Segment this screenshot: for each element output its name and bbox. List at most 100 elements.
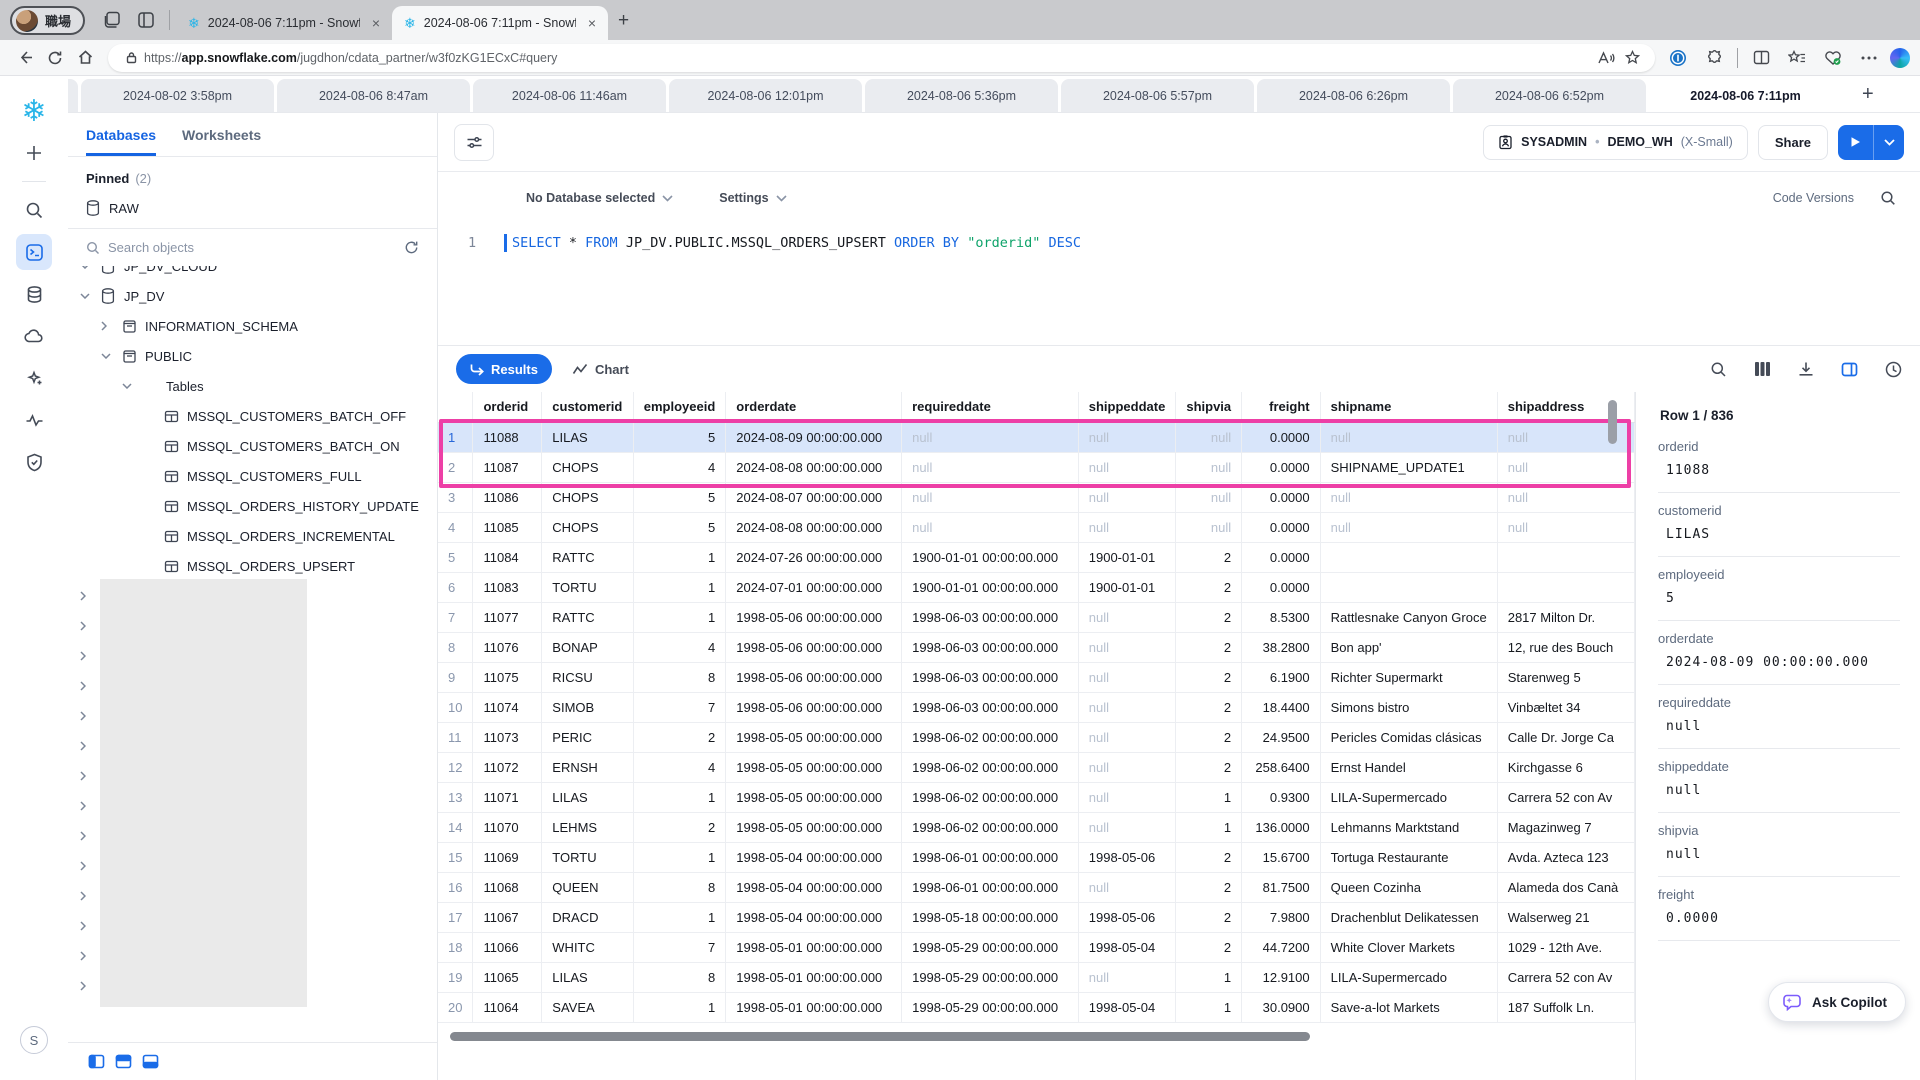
column-header-customerid[interactable]: customerid <box>542 392 633 422</box>
cell-orderid[interactable]: 11073 <box>473 722 542 752</box>
cell-shippeddate[interactable]: null <box>1078 602 1176 632</box>
cell-customerid[interactable]: SAVEA <box>542 992 633 1022</box>
user-avatar[interactable]: S <box>20 1026 48 1054</box>
run-button[interactable] <box>1838 125 1874 160</box>
cell-orderid[interactable]: 11072 <box>473 752 542 782</box>
cell-orderdate[interactable]: 1998-05-01 00:00:00.000 <box>726 962 902 992</box>
new-worksheet-icon[interactable] <box>16 135 52 171</box>
cell-customerid[interactable]: DRACD <box>542 902 633 932</box>
cell-customerid[interactable]: LILAS <box>542 422 633 452</box>
browser-essentials-icon[interactable] <box>1818 44 1848 72</box>
columns-icon[interactable] <box>1754 361 1771 377</box>
browser-profile-button[interactable]: 職場 <box>10 6 85 35</box>
back-icon[interactable] <box>10 44 40 72</box>
cell-shipaddress[interactable]: Kirchgasse 6 <box>1497 752 1634 782</box>
table-row[interactable]: 1911065LILAS81998-05-01 00:00:00.0001998… <box>438 962 1635 992</box>
cell-shipname[interactable]: LILA-Supermercado <box>1320 782 1497 812</box>
cell-orderid[interactable]: 11083 <box>473 572 542 602</box>
cell-requireddate[interactable]: 1998-06-01 00:00:00.000 <box>902 872 1079 902</box>
table-row[interactable]: 1211072ERNSH41998-05-05 00:00:00.0001998… <box>438 752 1635 782</box>
table-row[interactable]: 211087CHOPS42024-08-08 00:00:00.000nulln… <box>438 452 1635 482</box>
worksheet-tab[interactable]: 2024-08-06 8:47am <box>277 79 470 112</box>
cell-shipvia[interactable]: null <box>1176 482 1242 512</box>
worksheet-tab[interactable]: 2024-08-06 5:57pm <box>1061 79 1254 112</box>
cell-shippeddate[interactable]: null <box>1078 692 1176 722</box>
worksheet-tab[interactable]: 2024-08-06 12:01pm <box>669 79 862 112</box>
cell-customerid[interactable]: PERIC <box>542 722 633 752</box>
cell-orderid[interactable]: 11070 <box>473 812 542 842</box>
query-history-icon[interactable] <box>1885 361 1902 378</box>
layout-left-panel-icon[interactable] <box>88 1054 105 1069</box>
cell-customerid[interactable]: QUEEN <box>542 872 633 902</box>
cell-employeeid[interactable]: 1 <box>633 542 726 572</box>
tree-item-information_schema[interactable]: INFORMATION_SCHEMA <box>68 311 437 341</box>
cell-shipvia[interactable]: 2 <box>1176 542 1242 572</box>
cell-orderid[interactable]: 11069 <box>473 842 542 872</box>
close-tab-icon[interactable]: × <box>584 15 600 31</box>
cell-orderdate[interactable]: 2024-07-01 00:00:00.000 <box>726 572 902 602</box>
table-row[interactable]: 411085CHOPS52024-08-08 00:00:00.000nulln… <box>438 512 1635 542</box>
column-header-freight[interactable]: freight <box>1242 392 1320 422</box>
cell-employeeid[interactable]: 1 <box>633 902 726 932</box>
results-table[interactable]: orderidcustomeridemployeeidorderdaterequ… <box>438 392 1635 1030</box>
cell-employeeid[interactable]: 1 <box>633 992 726 1022</box>
cell-shipaddress[interactable]: Calle Dr. Jorge Ca <box>1497 722 1634 752</box>
cell-shipvia[interactable]: 1 <box>1176 782 1242 812</box>
cell-shippeddate[interactable]: 1900-01-01 <box>1078 542 1176 572</box>
cell-customerid[interactable]: WHITC <box>542 932 633 962</box>
more-menu-icon[interactable] <box>1854 44 1884 72</box>
cell-shipaddress[interactable] <box>1497 542 1634 572</box>
favorite-star-icon[interactable] <box>1619 50 1645 65</box>
cell-shipname[interactable]: Tortuga Restaurante <box>1320 842 1497 872</box>
cell-employeeid[interactable]: 1 <box>633 842 726 872</box>
cell-employeeid[interactable]: 1 <box>633 602 726 632</box>
cell-employeeid[interactable]: 5 <box>633 422 726 452</box>
governance-nav-icon[interactable] <box>16 444 52 480</box>
cell-freight[interactable]: 0.0000 <box>1242 422 1320 452</box>
cell-shipaddress[interactable]: 1029 - 12th Ave. <box>1497 932 1634 962</box>
cell-orderid[interactable]: 11088 <box>473 422 542 452</box>
cell-shipname[interactable]: null <box>1320 482 1497 512</box>
worksheet-tab[interactable]: 2024-08-02 3:58pm <box>81 79 274 112</box>
cell-requireddate[interactable]: 1998-06-03 00:00:00.000 <box>902 632 1079 662</box>
cell-employeeid[interactable]: 2 <box>633 812 726 842</box>
cell-orderid[interactable]: 11068 <box>473 872 542 902</box>
cell-shipvia[interactable]: 2 <box>1176 842 1242 872</box>
cell-orderdate[interactable]: 1998-05-06 00:00:00.000 <box>726 602 902 632</box>
cell-orderdate[interactable]: 2024-08-09 00:00:00.000 <box>726 422 902 452</box>
chevron-right-icon[interactable] <box>80 651 98 661</box>
cell-orderid[interactable]: 11077 <box>473 602 542 632</box>
cell-orderdate[interactable]: 2024-07-26 00:00:00.000 <box>726 542 902 572</box>
cell-shipname[interactable]: Drachenblut Delikatessen <box>1320 902 1497 932</box>
tree-item-mssql_orders_upsert[interactable]: MSSQL_ORDERS_UPSERT <box>68 551 437 581</box>
cell-shipname[interactable]: White Clover Markets <box>1320 932 1497 962</box>
worksheet-options-icon[interactable] <box>454 124 494 161</box>
cell-shipaddress[interactable]: Magazinweg 7 <box>1497 812 1634 842</box>
cloud-nav-icon[interactable] <box>16 318 52 354</box>
cell-customerid[interactable]: BONAP <box>542 632 633 662</box>
favorites-bar-icon[interactable] <box>1782 44 1812 72</box>
chevron-right-icon[interactable] <box>80 861 98 871</box>
column-header-shipvia[interactable]: shipvia <box>1176 392 1242 422</box>
chevron-right-icon[interactable] <box>80 951 98 961</box>
tab-databases[interactable]: Databases <box>86 127 156 156</box>
table-row[interactable]: 1611068QUEEN81998-05-04 00:00:00.0001998… <box>438 872 1635 902</box>
tree-item-mssql_orders_history_update[interactable]: MSSQL_ORDERS_HISTORY_UPDATE <box>68 491 437 521</box>
cell-shipvia[interactable]: 2 <box>1176 872 1242 902</box>
cell-shipname[interactable]: Queen Cozinha <box>1320 872 1497 902</box>
editor-search-icon[interactable] <box>1880 190 1896 206</box>
cell-shipname[interactable]: SHIPNAME_UPDATE1 <box>1320 452 1497 482</box>
cell-shipvia[interactable]: 1 <box>1176 962 1242 992</box>
cell-freight[interactable]: 0.0000 <box>1242 482 1320 512</box>
cell-orderdate[interactable]: 1998-05-05 00:00:00.000 <box>726 782 902 812</box>
cell-requireddate[interactable]: 1998-06-01 00:00:00.000 <box>902 842 1079 872</box>
table-row[interactable]: 1411070LEHMS21998-05-05 00:00:00.0001998… <box>438 812 1635 842</box>
worksheet-tab[interactable]: 2024-08-06 5:36pm <box>865 79 1058 112</box>
cell-shipname[interactable]: null <box>1320 512 1497 542</box>
cell-shippeddate[interactable]: null <box>1078 782 1176 812</box>
cell-orderid[interactable]: 11067 <box>473 902 542 932</box>
tree-item-mssql_orders_incremental[interactable]: MSSQL_ORDERS_INCREMENTAL <box>68 521 437 551</box>
browser-tab[interactable]: ❄2024-08-06 7:11pm - Snowfla× <box>392 6 608 40</box>
cell-employeeid[interactable]: 5 <box>633 512 726 542</box>
cell-freight[interactable]: 0.0000 <box>1242 572 1320 602</box>
